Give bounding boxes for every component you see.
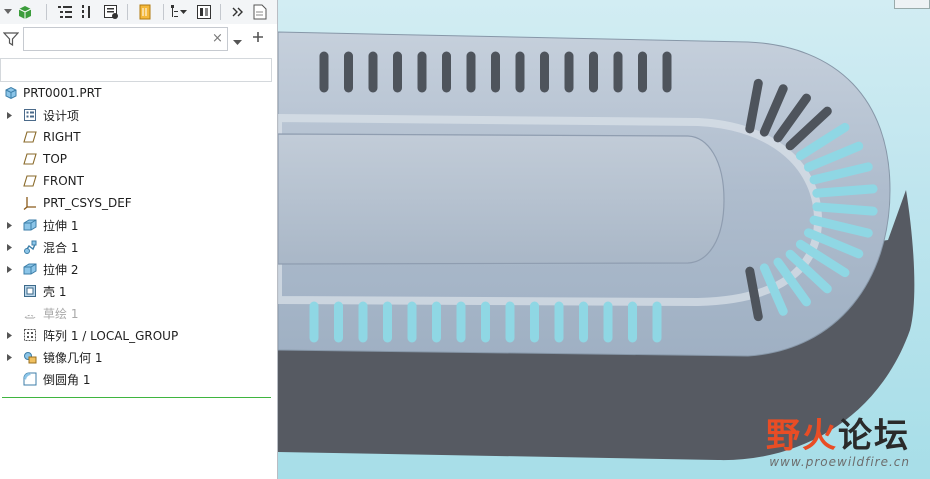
part-icon: [3, 85, 19, 101]
watermark: 野火论坛 www.proewildfire.cn: [766, 408, 910, 469]
tree-item-mirror-geometry-1[interactable]: 镜像几何 1: [0, 346, 272, 368]
tree-item-csys[interactable]: PRT_CSYS_DEF: [0, 192, 272, 214]
tree-item-label: PRT_CSYS_DEF: [43, 196, 132, 210]
tree-item-design-items[interactable]: 设计项: [0, 104, 272, 126]
graphics-window[interactable]: 野火论坛 www.proewildfire.cn: [278, 0, 930, 479]
expand-arrow-icon[interactable]: [5, 265, 13, 273]
tree-item-pattern-1[interactable]: 阵列 1 / LOCAL_GROUP: [0, 324, 272, 346]
tree-header-bar: [0, 58, 272, 82]
tree-item-blend-1[interactable]: 混合 1: [0, 236, 272, 258]
tree-item-prt0001[interactable]: PRT0001.PRT: [0, 82, 272, 104]
watermark-logo-part-b: 论坛: [838, 416, 910, 456]
search-dropdown-icon[interactable]: [233, 35, 242, 49]
tree-list-icon[interactable]: [56, 3, 74, 21]
tree-item-label: 拉伸 1: [43, 218, 79, 233]
dropdown-arrow-icon[interactable]: [2, 3, 14, 21]
show-icon[interactable]: [136, 3, 154, 21]
tree-item-extrude-1[interactable]: 拉伸 1: [0, 214, 272, 236]
vent-slot: [812, 184, 878, 198]
datum-plane-icon: [22, 129, 38, 145]
tree-item-label: 壳 1: [43, 284, 67, 299]
expand-arrow-icon[interactable]: [5, 353, 13, 361]
insert-here-line[interactable]: [2, 397, 271, 398]
tree-item-label: 草绘 1: [43, 306, 79, 321]
more-chevron-icon[interactable]: [229, 3, 247, 21]
tree-item-label: 镜像几何 1: [43, 350, 103, 365]
watermark-logo-part-a: 野火: [766, 416, 838, 456]
design-items-icon: [22, 107, 38, 123]
expand-arrow-icon[interactable]: [5, 331, 13, 339]
watermark-logo: 野火论坛: [766, 408, 910, 457]
tree-item-label: RIGHT: [43, 130, 81, 144]
pattern-icon: [22, 327, 38, 343]
tree-item-shell-1[interactable]: 壳 1: [0, 280, 272, 302]
extrude-icon: [22, 217, 38, 233]
clear-search-icon[interactable]: ×: [212, 32, 223, 45]
blend-icon: [22, 239, 38, 255]
tree-item-label: 混合 1: [43, 240, 79, 255]
tree-item-sketch-1[interactable]: 草绘 1: [0, 302, 272, 324]
model-tree-toolbar: [0, 0, 277, 24]
tree-columns-icon[interactable]: [195, 3, 213, 21]
shell-icon: [22, 283, 38, 299]
extrude-icon: [22, 261, 38, 277]
vent-slot: [812, 202, 878, 216]
model-tree-panel: × PRT0001.PRT 设计项 RIGHT TOP FRONT PRT_CS…: [0, 0, 278, 479]
add-icon[interactable]: [252, 31, 264, 46]
mirror-icon: [22, 349, 38, 365]
watermark-url: www.proewildfire.cn: [769, 455, 910, 469]
tree-item-extrude-2[interactable]: 拉伸 2: [0, 258, 272, 280]
tree-item-label: FRONT: [43, 174, 84, 188]
tree-item-label: 设计项: [43, 108, 80, 123]
search-input[interactable]: [23, 27, 228, 51]
csys-icon: [22, 195, 38, 211]
tree-item-label: 阵列 1 / LOCAL_GROUP: [43, 328, 179, 343]
tree-item-label: TOP: [43, 152, 68, 166]
sketch-icon: [22, 305, 38, 321]
tree-item-front-plane[interactable]: FRONT: [0, 170, 272, 192]
tree-settings-icon[interactable]: [102, 3, 120, 21]
expand-arrow-icon[interactable]: [5, 221, 13, 229]
part-view-icon[interactable]: [16, 3, 34, 21]
expand-arrow-icon[interactable]: [5, 243, 13, 251]
datum-plane-icon: [22, 173, 38, 189]
filter-tree-icon[interactable]: [170, 3, 188, 21]
round-icon: [22, 371, 38, 387]
filter-funnel-icon[interactable]: [2, 31, 20, 50]
tree-item-round-1[interactable]: 倒圆角 1: [0, 368, 272, 390]
document-icon[interactable]: [251, 3, 269, 21]
tree-item-right-plane[interactable]: RIGHT: [0, 126, 272, 148]
tree-item-label: 拉伸 2: [43, 262, 79, 277]
tree-item-label: 倒圆角 1: [43, 372, 91, 387]
tree-item-top-plane[interactable]: TOP: [0, 148, 272, 170]
tree-filter-columns-icon[interactable]: [79, 3, 97, 21]
datum-plane-icon: [22, 151, 38, 167]
tree-item-label: PRT0001.PRT: [23, 86, 102, 100]
expand-arrow-icon[interactable]: [5, 111, 13, 119]
